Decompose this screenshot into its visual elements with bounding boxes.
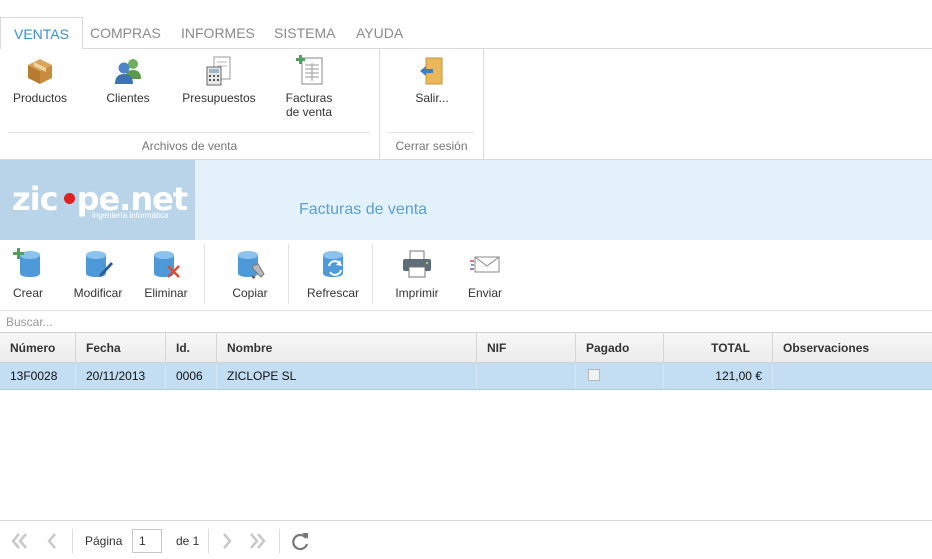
- printer-icon: [403, 250, 431, 278]
- cell-nombre: ZICLOPE SL: [217, 363, 477, 389]
- users-icon: [115, 59, 141, 84]
- ribbon-group-label: Archivos de venta: [141, 139, 238, 153]
- facturas-de-venta-button[interactable]: Facturas de venta: [279, 55, 339, 119]
- db-copy-icon: [238, 251, 265, 279]
- tab-ventas[interactable]: VENTAS: [0, 17, 83, 50]
- ribbon-group-divider: [8, 132, 371, 133]
- tab-compras[interactable]: COMPRAS: [77, 17, 174, 49]
- invoices-grid: Número Fecha Id. Nombre NIF Pagado TOTAL…: [0, 333, 932, 390]
- grid-header: Número Fecha Id. Nombre NIF Pagado TOTAL…: [0, 333, 932, 363]
- productos-label: Productos: [12, 91, 68, 105]
- tab-sistema[interactable]: SISTEMA: [261, 17, 348, 49]
- presupuestos-button[interactable]: Presupuestos: [176, 55, 262, 105]
- salir-button[interactable]: Salir...: [400, 55, 464, 105]
- db-add-icon: [13, 248, 40, 277]
- enviar-button[interactable]: Enviar: [462, 248, 508, 300]
- column-nombre[interactable]: Nombre: [217, 333, 477, 362]
- exit-door-icon: [420, 57, 443, 85]
- copiar-label: Copiar: [232, 286, 268, 300]
- prev-page-icon[interactable]: [41, 530, 63, 552]
- toolbar: Crear Modificar Eliminar Copiar Refresca…: [0, 240, 932, 311]
- cell-fecha: 20/11/2013: [76, 363, 166, 389]
- column-numero[interactable]: Número: [0, 333, 76, 362]
- crear-label: Crear: [12, 286, 43, 300]
- refrescar-label: Refrescar: [306, 286, 359, 300]
- imprimir-label: Imprimir: [395, 286, 439, 300]
- search-input[interactable]: [0, 311, 932, 333]
- calculator-icon: [206, 56, 231, 86]
- crear-button[interactable]: Crear: [6, 248, 50, 300]
- ribbon-group-archivos: Productos Clientes Presupuestos Facturas…: [0, 49, 380, 159]
- company-logo: zic pe.net ingeniería informática: [0, 160, 195, 240]
- toolbar-separator: [204, 244, 205, 304]
- imprimir-button[interactable]: Imprimir: [388, 248, 446, 300]
- pagado-checkbox[interactable]: [588, 369, 600, 381]
- tab-informes[interactable]: INFORMES: [168, 17, 268, 49]
- refrescar-button[interactable]: Refrescar: [302, 248, 364, 300]
- copiar-button[interactable]: Copiar: [226, 248, 274, 300]
- invoice-add-icon: [296, 55, 323, 85]
- pager-separator: [72, 529, 73, 553]
- facturas-label-line2: de venta: [285, 105, 333, 119]
- facturas-label-line1: Facturas: [285, 91, 333, 105]
- page-number-input[interactable]: [132, 529, 162, 553]
- cell-nif: [477, 363, 576, 389]
- page-label: Página: [85, 534, 123, 548]
- column-id[interactable]: Id.: [166, 333, 217, 362]
- table-row[interactable]: 13F0028 20/11/2013 0006 ZICLOPE SL 121,0…: [0, 363, 932, 390]
- modificar-button[interactable]: Modificar: [70, 248, 126, 300]
- cell-numero: 13F0028: [0, 363, 76, 389]
- logo-red-dot: [64, 193, 75, 204]
- modificar-label: Modificar: [73, 286, 123, 300]
- db-delete-icon: [154, 251, 180, 278]
- cell-observaciones: [773, 363, 932, 389]
- pager-separator: [279, 529, 280, 553]
- tab-ayuda[interactable]: AYUDA: [343, 17, 416, 49]
- refresh-icon[interactable]: [289, 530, 311, 552]
- eliminar-button[interactable]: Eliminar: [140, 248, 192, 300]
- page-title: Facturas de venta: [299, 201, 428, 218]
- productos-button[interactable]: Productos: [8, 55, 72, 105]
- db-edit-icon: [86, 251, 113, 277]
- toolbar-separator: [372, 244, 373, 304]
- toolbar-separator: [288, 244, 289, 304]
- cell-pagado: [576, 363, 664, 389]
- enviar-label: Enviar: [467, 286, 502, 300]
- box-icon: [28, 59, 52, 84]
- pager-separator: [208, 529, 209, 553]
- next-page-icon[interactable]: [216, 530, 238, 552]
- column-pagado[interactable]: Pagado: [576, 333, 664, 362]
- cell-id: 0006: [166, 363, 217, 389]
- presupuestos-label: Presupuestos: [182, 91, 256, 105]
- column-fecha[interactable]: Fecha: [76, 333, 166, 362]
- logo-subtitle: ingeniería informática: [92, 211, 169, 220]
- ribbon-group-cerrar-sesion: Salir... Cerrar sesión: [380, 49, 484, 159]
- page-count-label: de 1: [176, 534, 200, 548]
- banner: zic pe.net ingeniería informática Factura…: [0, 160, 932, 240]
- column-observaciones[interactable]: Observaciones: [773, 333, 932, 362]
- ribbon-group-label: Cerrar sesión: [395, 139, 468, 153]
- ribbon: Productos Clientes Presupuestos Facturas…: [0, 49, 932, 160]
- column-nif[interactable]: NIF: [477, 333, 576, 362]
- clientes-label: Clientes: [106, 91, 150, 105]
- first-page-icon[interactable]: [8, 530, 30, 552]
- main-menu: VENTAS COMPRAS INFORMES SISTEMA AYUDA: [0, 0, 932, 50]
- salir-label: Salir...: [415, 91, 449, 105]
- envelope-icon: [470, 256, 500, 273]
- db-refresh-icon: [323, 251, 343, 277]
- ribbon-group-divider: [388, 132, 475, 133]
- eliminar-label: Eliminar: [144, 286, 188, 300]
- column-total[interactable]: TOTAL: [664, 333, 773, 362]
- cell-total: 121,00 €: [664, 363, 773, 389]
- last-page-icon[interactable]: [247, 530, 269, 552]
- pager: Página de 1: [0, 520, 932, 559]
- logo-text-part1: zic: [12, 180, 59, 218]
- clientes-button[interactable]: Clientes: [98, 55, 158, 105]
